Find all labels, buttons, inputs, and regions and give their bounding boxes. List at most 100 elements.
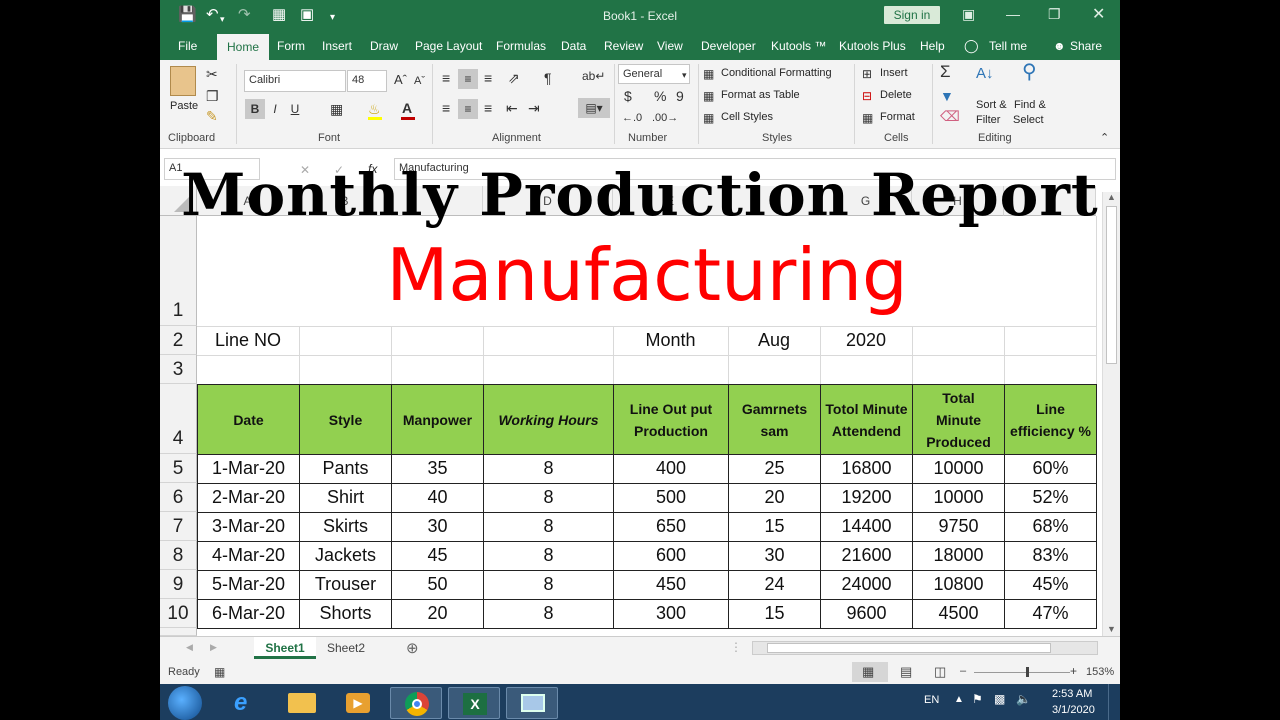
delete-button[interactable]: Delete bbox=[880, 89, 912, 101]
table-cell[interactable]: 15 bbox=[728, 599, 821, 629]
table-cell[interactable]: 8 bbox=[483, 570, 614, 600]
currency-button[interactable]: $ bbox=[624, 88, 632, 104]
decrease-decimal-icon[interactable]: .00→ bbox=[652, 110, 678, 126]
page-break-view-icon[interactable]: ◫ bbox=[934, 664, 946, 680]
table-cell[interactable]: 10000 bbox=[912, 483, 1005, 513]
clock-date[interactable]: 3/1/2020 bbox=[1052, 704, 1095, 716]
cell-f2[interactable]: Aug bbox=[728, 326, 820, 355]
number-format-select[interactable]: General bbox=[618, 64, 690, 84]
align-bottom-icon[interactable]: ≡ bbox=[484, 70, 492, 86]
horizontal-scrollbar[interactable] bbox=[752, 641, 1098, 655]
tab-kutools-plus[interactable]: Kutools Plus bbox=[839, 39, 906, 53]
table-cell[interactable]: 10000 bbox=[912, 454, 1005, 484]
ie-icon[interactable]: e bbox=[218, 687, 270, 719]
header-line-efficiency[interactable]: Line efficiency % bbox=[1004, 384, 1097, 455]
align-middle-button[interactable]: ≡ bbox=[458, 69, 478, 89]
table-cell[interactable]: 18000 bbox=[912, 541, 1005, 571]
tab-review[interactable]: Review bbox=[604, 39, 643, 53]
table-cell[interactable]: 40 bbox=[391, 483, 484, 513]
table-cell[interactable]: 400 bbox=[613, 454, 729, 484]
conditional-formatting-button[interactable]: Conditional Formatting bbox=[721, 67, 832, 79]
cell-e2[interactable]: Month bbox=[613, 326, 728, 355]
table-cell[interactable]: 20 bbox=[391, 599, 484, 629]
table-cell[interactable]: 450 bbox=[613, 570, 729, 600]
align-left-icon[interactable]: ≡ bbox=[442, 100, 450, 116]
table-cell[interactable]: 9750 bbox=[912, 512, 1005, 542]
percent-button[interactable]: % bbox=[654, 88, 666, 104]
tab-kutools[interactable]: Kutools ™ bbox=[771, 39, 826, 53]
table-cell[interactable]: 9600 bbox=[820, 599, 913, 629]
show-desktop-button[interactable] bbox=[1108, 684, 1120, 720]
tab-formulas[interactable]: Formulas bbox=[496, 39, 546, 53]
tab-developer[interactable]: Developer bbox=[701, 39, 756, 53]
tab-draw[interactable]: Draw bbox=[370, 39, 398, 53]
table-cell[interactable]: 600 bbox=[613, 541, 729, 571]
table-cell[interactable]: 21600 bbox=[820, 541, 913, 571]
cell-g2[interactable]: 2020 bbox=[820, 326, 912, 355]
tab-sheet1[interactable]: Sheet1 bbox=[254, 637, 316, 659]
table-cell[interactable]: Shorts bbox=[299, 599, 392, 629]
format-painter-icon[interactable]: ✎ bbox=[206, 108, 218, 124]
cell-styles-button[interactable]: Cell Styles bbox=[721, 111, 773, 123]
decrease-indent-icon[interactable]: ⇤ bbox=[506, 100, 518, 116]
tab-page-layout[interactable]: Page Layout bbox=[415, 39, 482, 53]
row-header-2[interactable]: 2 bbox=[160, 326, 197, 355]
table-cell[interactable]: 47% bbox=[1004, 599, 1097, 629]
table-cell[interactable]: 45% bbox=[1004, 570, 1097, 600]
table-cell[interactable]: 24000 bbox=[820, 570, 913, 600]
vertical-scrollbar[interactable]: ▲ ▼ bbox=[1102, 192, 1120, 636]
table-cell[interactable]: Skirts bbox=[299, 512, 392, 542]
orientation-icon[interactable]: ⇗ bbox=[508, 70, 520, 86]
bold-button[interactable]: B bbox=[245, 99, 265, 119]
table-cell[interactable]: 50 bbox=[391, 570, 484, 600]
tab-help[interactable]: Help bbox=[920, 39, 945, 53]
zoom-slider-thumb[interactable] bbox=[1026, 667, 1029, 677]
row-header-7[interactable]: 7 bbox=[160, 512, 197, 541]
ribbon-display-icon[interactable]: ▣ bbox=[962, 6, 975, 23]
close-icon[interactable]: ✕ bbox=[1092, 4, 1105, 24]
table-cell[interactable]: 15 bbox=[728, 512, 821, 542]
borders-icon[interactable]: ▦ bbox=[330, 101, 343, 117]
prev-sheet-icon[interactable]: ◀ bbox=[186, 642, 193, 653]
italic-button[interactable]: I bbox=[265, 99, 285, 119]
table-cell[interactable]: 30 bbox=[391, 512, 484, 542]
align-top-icon[interactable]: ≡ bbox=[442, 70, 450, 86]
header-garments-sam[interactable]: Gamrnets sam bbox=[728, 384, 821, 455]
comma-button[interactable]: 9 bbox=[676, 88, 684, 104]
paste-icon[interactable] bbox=[170, 66, 196, 96]
filter-label[interactable]: Filter bbox=[976, 114, 1000, 126]
tab-home[interactable]: Home bbox=[217, 34, 270, 60]
header-manpower[interactable]: Manpower bbox=[391, 384, 484, 455]
table-cell[interactable]: 8 bbox=[483, 483, 614, 513]
table-cell[interactable]: 8 bbox=[483, 599, 614, 629]
header-working-hours[interactable]: Working Hours bbox=[483, 384, 614, 455]
wrap-text-icon[interactable]: ab↵ bbox=[582, 68, 605, 84]
increase-font-icon[interactable]: Aˆ bbox=[394, 72, 407, 88]
file-explorer-icon[interactable] bbox=[276, 687, 328, 719]
table-cell[interactable]: 45 bbox=[391, 541, 484, 571]
table-cell[interactable]: 4-Mar-20 bbox=[197, 541, 300, 571]
fill-color-icon[interactable]: ♨ bbox=[368, 101, 381, 117]
media-player-icon[interactable]: ▶ bbox=[332, 687, 384, 719]
table-cell[interactable]: 3-Mar-20 bbox=[197, 512, 300, 542]
clock-time[interactable]: 2:53 AM bbox=[1052, 688, 1092, 700]
cut-icon[interactable]: ✂ bbox=[206, 66, 218, 82]
table-cell[interactable]: 83% bbox=[1004, 541, 1097, 571]
table-cell[interactable]: 4500 bbox=[912, 599, 1005, 629]
merge-center-button[interactable]: ▤▾ bbox=[578, 98, 610, 118]
table-cell[interactable]: 20 bbox=[728, 483, 821, 513]
tab-data[interactable]: Data bbox=[561, 39, 586, 53]
autosum-icon[interactable]: Σ bbox=[940, 63, 951, 80]
table-cell[interactable]: 16800 bbox=[820, 454, 913, 484]
header-minute-attended[interactable]: Totol Minute Attendend bbox=[820, 384, 913, 455]
table-cell[interactable]: 14400 bbox=[820, 512, 913, 542]
zoom-slider[interactable] bbox=[974, 672, 1070, 673]
horizontal-scroll-thumb[interactable] bbox=[767, 643, 1051, 653]
table-cell[interactable]: Pants bbox=[299, 454, 392, 484]
format-as-table-button[interactable]: Format as Table bbox=[721, 89, 800, 101]
tab-file[interactable]: File bbox=[178, 39, 197, 53]
table-cell[interactable]: 60% bbox=[1004, 454, 1097, 484]
table-cell[interactable]: Shirt bbox=[299, 483, 392, 513]
row-header-10[interactable]: 10 bbox=[160, 599, 197, 628]
cell-a2[interactable]: Line NO bbox=[197, 326, 299, 355]
